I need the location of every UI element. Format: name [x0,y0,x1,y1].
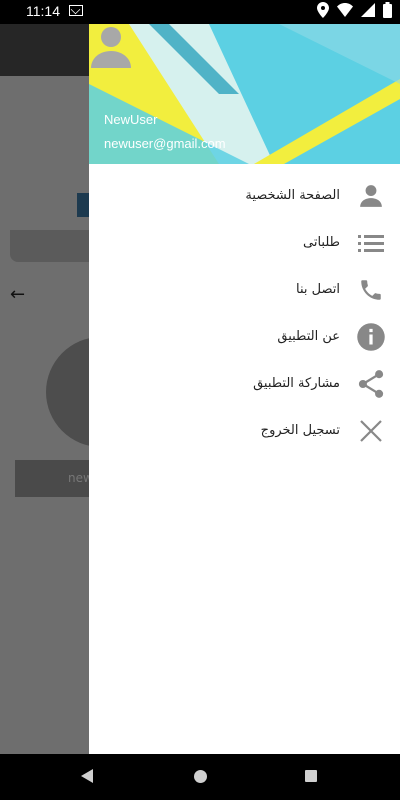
close-icon [355,415,387,447]
info-icon [355,321,387,353]
system-nav-bar [0,754,400,800]
menu-item-label: طلباتى [303,235,340,250]
share-icon [355,368,387,400]
status-icons [317,2,392,18]
user-name: NewUser [104,112,158,127]
nav-back-button[interactable] [81,769,93,783]
phone-icon [355,274,387,306]
mail-notification-icon [69,5,83,16]
signal-icon [361,3,375,17]
user-email: newuser@gmail.com [104,136,226,151]
location-icon [317,2,329,18]
drawer-header: NewUser newuser@gmail.com [89,24,400,164]
menu-item-share[interactable]: مشاركة التطبيق [89,360,400,407]
wifi-icon [337,3,353,17]
nav-recents-button[interactable] [305,770,317,782]
avatar-icon [91,27,131,68]
person-icon [355,180,387,212]
list-icon [355,227,387,259]
nav-home-button[interactable] [194,770,207,783]
menu-item-label: الصفحة الشخصية [245,188,340,203]
menu-item-about[interactable]: عن التطبيق [89,313,400,360]
status-bar: 11:14 [0,0,400,24]
menu-item-contact[interactable]: اتصل بنا [89,266,400,313]
back-arrow-icon: ← [10,284,26,305]
menu-item-logout[interactable]: تسجيل الخروج [89,407,400,454]
status-time: 11:14 [26,3,60,19]
menu-item-orders[interactable]: طلباتى [89,219,400,266]
menu-item-label: اتصل بنا [296,282,340,297]
menu-item-label: مشاركة التطبيق [253,376,340,391]
menu-item-profile[interactable]: الصفحة الشخصية [89,172,400,219]
menu-item-label: عن التطبيق [277,329,340,344]
navigation-drawer: NewUser newuser@gmail.com الصفحة الشخصية… [89,24,400,754]
menu-item-label: تسجيل الخروج [260,423,340,438]
battery-icon [383,2,392,18]
